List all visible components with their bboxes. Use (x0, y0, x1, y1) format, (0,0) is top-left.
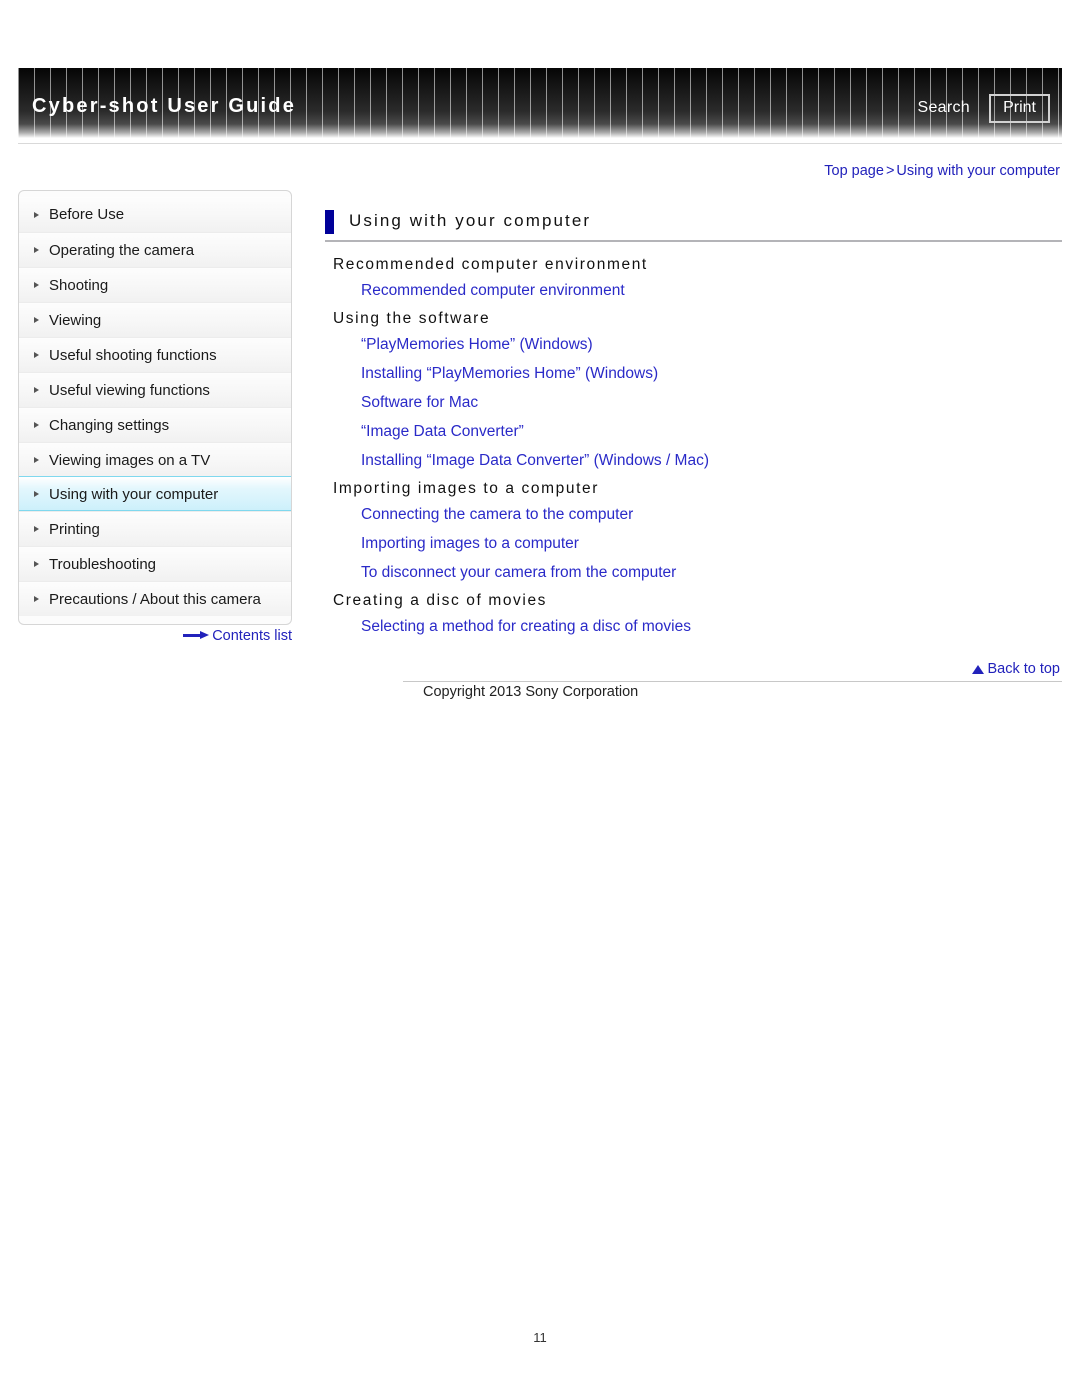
breadcrumb-separator: > (885, 163, 895, 179)
sidebar-item-operating-the-camera[interactable]: Operating the camera (19, 232, 291, 267)
section-heading-using-the-software: Using the software (333, 310, 491, 327)
bullet-triangle-icon (34, 526, 39, 532)
breadcrumb-top-page[interactable]: Top page (824, 163, 884, 179)
bullet-triangle-icon (34, 247, 39, 253)
title-divider (325, 240, 1062, 242)
triangle-up-icon (972, 665, 985, 674)
footer-divider (403, 681, 1062, 682)
page-title: Using with your computer (325, 208, 1062, 238)
sidebar-item-troubleshooting[interactable]: Troubleshooting (19, 546, 291, 581)
sidebar-item-label: Operating the camera (49, 242, 195, 259)
sidebar-item-precautions-about-this-camera[interactable]: Precautions / About this camera (19, 581, 291, 616)
bullet-triangle-icon (34, 490, 39, 497)
page-title-text: Using with your computer (349, 211, 592, 230)
bullet-triangle-icon (34, 422, 39, 428)
bullet-triangle-icon (34, 352, 39, 358)
sidebar-item-label: Printing (49, 521, 100, 538)
section-link[interactable]: “PlayMemories Home” (Windows) (361, 332, 1062, 358)
sidebar-item-viewing[interactable]: Viewing (19, 302, 291, 337)
section-link[interactable]: Software for Mac (361, 390, 1062, 416)
section-link[interactable]: Importing images to a computer (361, 531, 1062, 557)
sidebar-item-shooting[interactable]: Shooting (19, 267, 291, 302)
section-link[interactable]: Selecting a method for creating a disc o… (361, 614, 1062, 640)
breadcrumb-current[interactable]: Using with your computer (896, 163, 1060, 179)
bullet-triangle-icon (34, 457, 39, 463)
bullet-triangle-icon (34, 596, 39, 602)
back-to-top-link[interactable]: Back to top (972, 661, 1060, 677)
section-link[interactable]: Connecting the camera to the computer (361, 502, 1062, 528)
site-title: Cyber-shot User Guide (32, 95, 297, 117)
search-link[interactable]: Search (918, 99, 971, 117)
sidebar-item-label: Using with your computer (49, 486, 219, 503)
sidebar-item-label: Viewing (49, 312, 102, 329)
section-heading-recommended-computer-environment: Recommended computer environment (333, 256, 648, 273)
contents-list-label: Contents list (212, 628, 292, 644)
sidebar-item-before-use[interactable]: Before Use (19, 197, 291, 232)
sidebar-item-using-with-your-computer[interactable]: Using with your computer (19, 476, 291, 511)
sidebar-item-label: Precautions / About this camera (49, 591, 261, 608)
breadcrumb: Top page > Using with your computer (824, 163, 1060, 179)
sidebar-item-useful-viewing-functions[interactable]: Useful viewing functions (19, 372, 291, 407)
sidebar-item-useful-shooting-functions[interactable]: Useful shooting functions (19, 337, 291, 372)
sidebar-item-label: Useful shooting functions (49, 347, 217, 364)
sidebar-item-printing[interactable]: Printing (19, 511, 291, 546)
contents-list-link[interactable]: Contents list (18, 628, 292, 644)
sidebar-item-label: Useful viewing functions (49, 382, 210, 399)
bullet-triangle-icon (34, 282, 39, 288)
site-header: Cyber-shot User Guide Search Print (18, 68, 1062, 138)
sidebar-nav: Before Use Operating the camera Shooting… (18, 190, 292, 625)
bullet-triangle-icon (34, 561, 39, 567)
section-link[interactable]: To disconnect your camera from the compu… (361, 560, 1062, 586)
header-divider (18, 143, 1062, 144)
sidebar-item-viewing-images-on-a-tv[interactable]: Viewing images on a TV (19, 442, 291, 477)
section-link[interactable]: “Image Data Converter” (361, 419, 1062, 445)
title-accent-bar (325, 210, 334, 234)
section-heading-creating-a-disc-of-movies: Creating a disc of movies (333, 592, 548, 609)
print-button[interactable]: Print (989, 94, 1050, 123)
bullet-triangle-icon (34, 211, 39, 218)
sidebar-item-label: Viewing images on a TV (49, 452, 211, 469)
arrow-right-icon (183, 630, 210, 640)
sidebar-item-label: Changing settings (49, 417, 170, 434)
back-to-top-label: Back to top (987, 661, 1060, 677)
section-link[interactable]: Installing “PlayMemories Home” (Windows) (361, 361, 1062, 387)
bullet-triangle-icon (34, 387, 39, 393)
bullet-triangle-icon (34, 317, 39, 323)
sidebar-item-label: Troubleshooting (49, 556, 157, 573)
section-link[interactable]: Recommended computer environment (361, 278, 1062, 304)
section-link[interactable]: Installing “Image Data Converter” (Windo… (361, 448, 1062, 474)
sidebar-item-changing-settings[interactable]: Changing settings (19, 407, 291, 442)
copyright-text: Copyright 2013 Sony Corporation (423, 684, 639, 700)
page-number: 11 (533, 1330, 547, 1345)
sidebar-item-label: Shooting (49, 277, 109, 294)
section-heading-importing-images-to-a-computer: Importing images to a computer (333, 480, 599, 497)
sidebar-item-label: Before Use (49, 206, 125, 223)
document-page: Cyber-shot User Guide Search Print Top p… (0, 0, 1080, 1397)
main-content: Using with your computer Recommended com… (325, 208, 1062, 643)
